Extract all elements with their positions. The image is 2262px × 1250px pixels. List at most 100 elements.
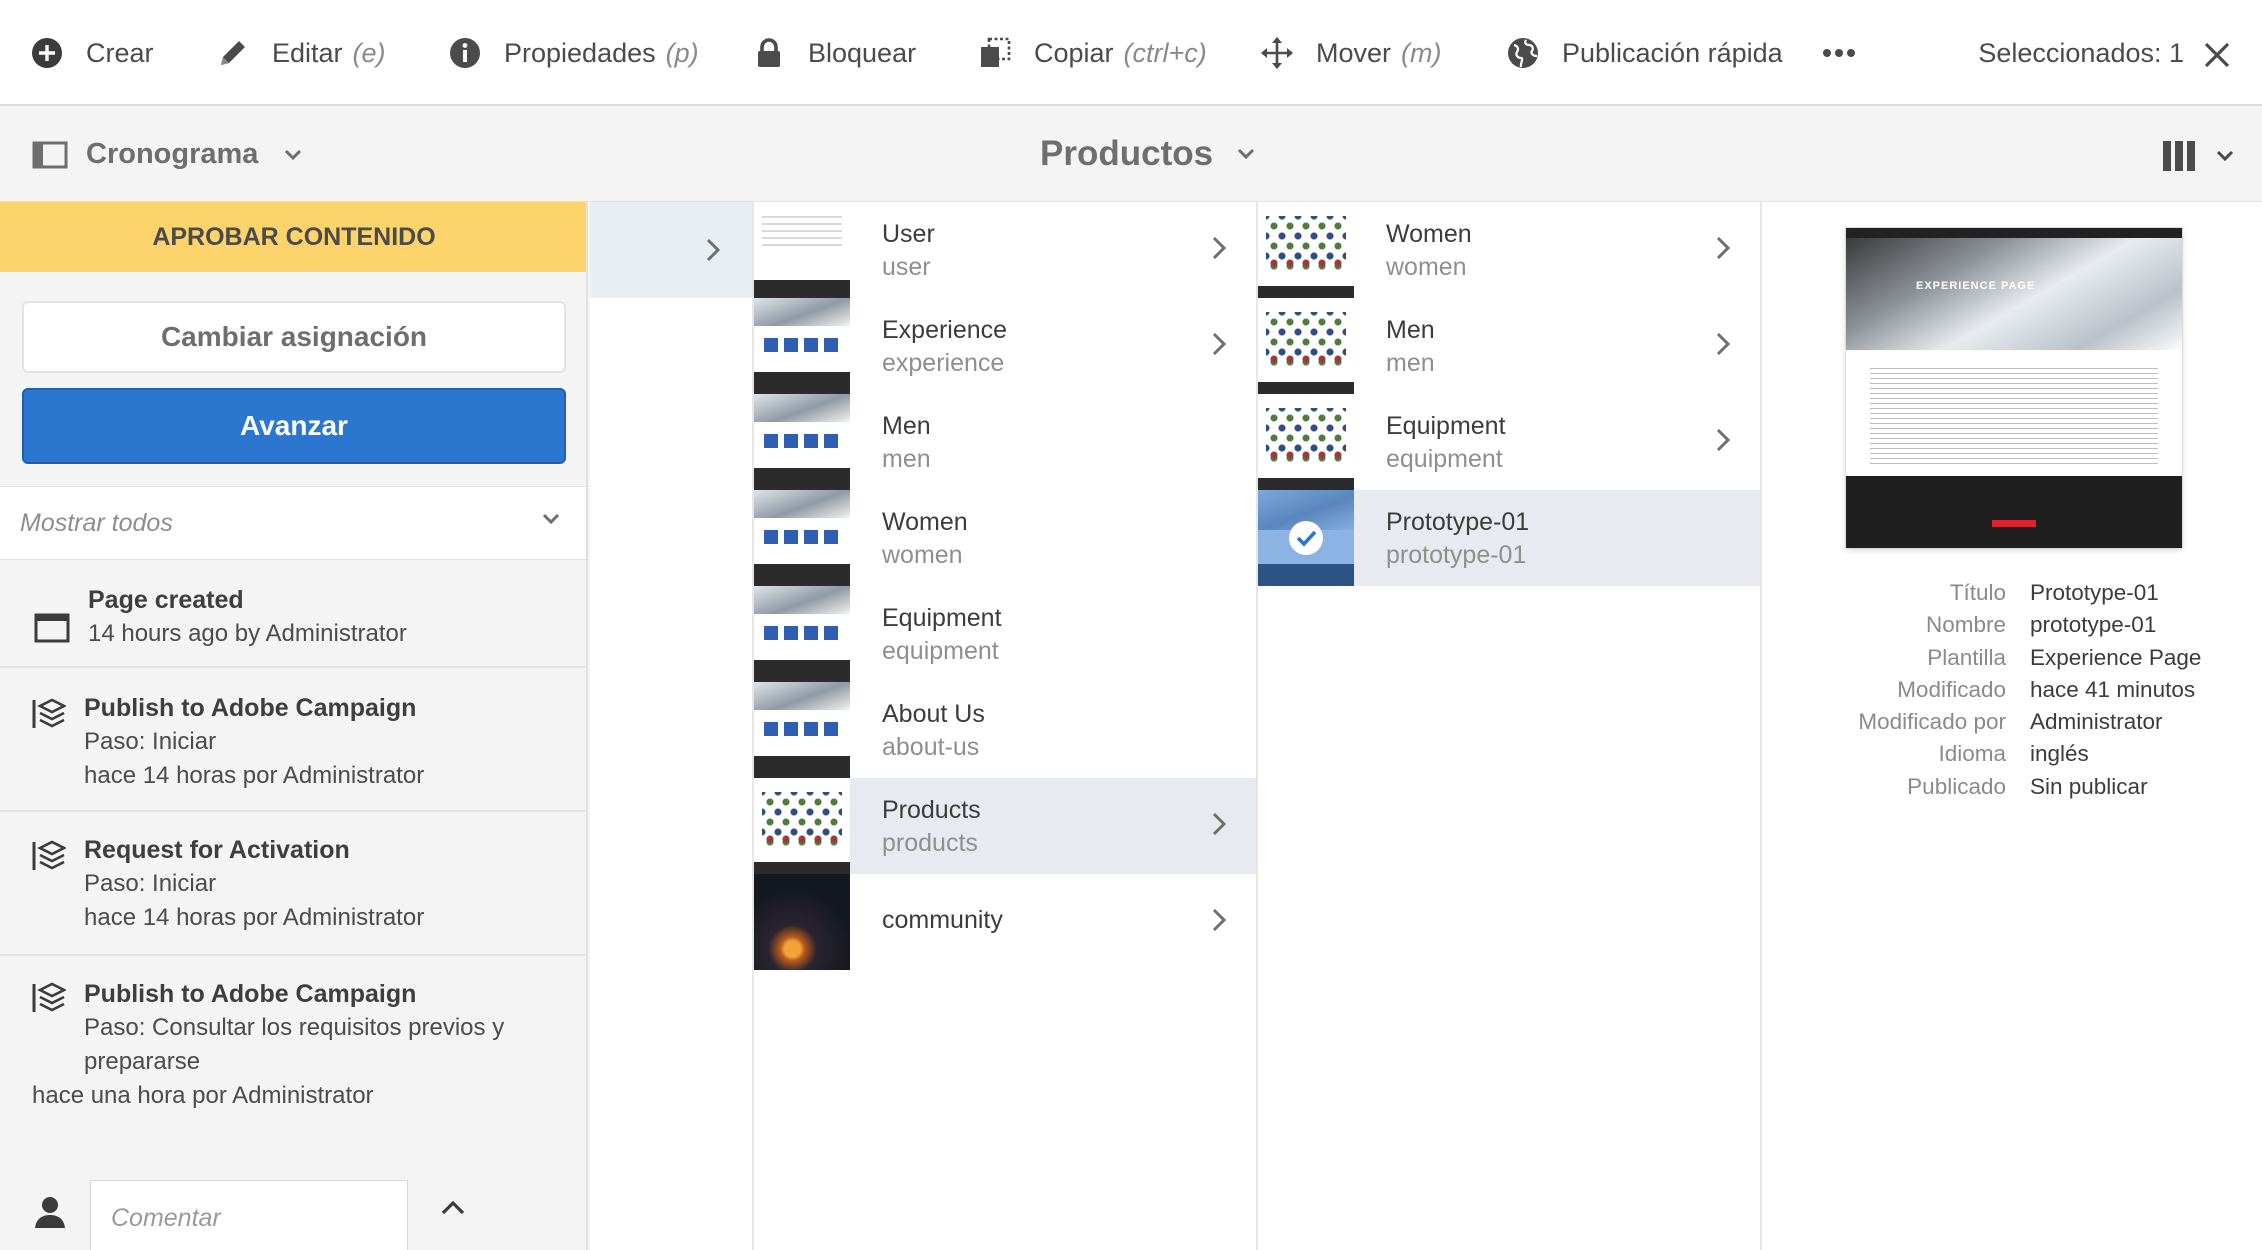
timeline-item-meta: hace 14 horas por Administrator [84,904,425,931]
row-name: products [882,829,978,857]
property-value: Experience Page [2030,644,2202,670]
column-row-selected[interactable]: Products products [754,778,1256,874]
pencil-icon [221,41,245,65]
page-thumbnail [754,682,850,778]
lock-button[interactable]: Bloquear [752,0,916,106]
page-thumbnail [754,394,850,490]
properties-list: Título Prototype-01 Nombre prototype-01 Pl… [1762,580,2262,806]
column-row[interactable]: Women women [1258,202,1760,298]
move-label: Mover [1316,37,1392,68]
row-title: User [882,220,935,248]
properties-label: Propiedades [504,37,656,68]
move-button[interactable]: Mover (m) [1260,0,1442,106]
timeline-item-title: Publish to Adobe Campaign [84,980,417,1008]
property-label: Publicado [1907,773,2006,799]
column-row[interactable]: About Us about-us [754,682,1256,778]
timeline-item[interactable]: Page created 14 hours ago by Administrat… [0,560,586,668]
timeline-item[interactable]: Publish to Adobe Campaign Paso: Consulta… [0,956,586,1150]
timeline-item-meta: hace 14 horas por Administrator [84,762,425,789]
create-button[interactable]: Crear [30,0,154,106]
column-row[interactable]: Equipment equipment [1258,394,1760,490]
column-row[interactable]: Equipment equipment [754,586,1256,682]
page-thumbnail [754,586,850,682]
comment-input[interactable] [90,1180,408,1250]
page-icon [34,613,70,643]
timeline-item-title: Request for Activation [84,836,350,864]
ancestor-selected-row[interactable] [590,202,752,298]
page-thumbnail [1258,202,1354,298]
advance-button[interactable]: Avanzar [22,388,566,464]
row-name: about-us [882,733,980,761]
action-bar: Crear Editar (e) Propiedades (p) Bloquea… [0,0,2262,106]
info-icon [450,38,480,68]
property-label: Idioma [1938,741,2006,767]
property-label: Título [1949,580,2006,605]
property-value: hace 41 minutos [2030,676,2196,702]
chevron-right-icon [1212,908,1226,932]
column-row[interactable]: Men men [1258,298,1760,394]
timeline-item[interactable]: Request for Activation Paso: Iniciar hac… [0,812,586,956]
timeline-item-meta: hace una hora por Administrator [32,1082,374,1109]
quick-publish-label: Publicación rápida [1562,37,1783,68]
row-title: Prototype-01 [1386,508,1530,536]
column-row[interactable]: Experience experience [754,298,1256,394]
header-bar: Cronograma Productos [0,106,2262,202]
chevron-down-icon [542,513,560,525]
preview-column: EXPERIENCE PAGE Título Prototype-01 Nombr… [1762,202,2262,1250]
row-name: men [1386,349,1435,377]
selection-count: Seleccionados: 1 [1978,37,2184,68]
page-thumbnail [1258,394,1354,490]
timeline-filter-select[interactable]: Mostrar todos [0,486,586,560]
column-row-selected[interactable]: Prototype-01 prototype-01 [1258,490,1760,586]
copy-shortcut: (ctrl+c) [1123,37,1207,68]
page-preview-thumbnail: EXPERIENCE PAGE [1846,228,2182,548]
chevron-right-icon [1716,332,1730,356]
workflow-icon [32,698,66,728]
globe-icon [1508,38,1538,68]
row-name: equipment [882,637,999,665]
properties-button[interactable]: Propiedades (p) [448,0,699,106]
edit-button[interactable]: Editar (e) [216,0,386,106]
chevron-right-icon [1212,332,1226,356]
column-products: Women women Men men Equipment equipment … [1258,202,1762,1250]
property-label: Plantilla [1927,644,2006,670]
row-title: Women [882,508,968,536]
reassign-button[interactable]: Cambiar asignación [22,301,566,373]
selection-check[interactable] [1258,490,1354,586]
row-title: Men [1386,316,1435,344]
quick-publish-button[interactable]: Publicación rápida [1506,0,1783,106]
chevron-right-icon [1212,236,1226,260]
row-title: Women [1386,220,1472,248]
page-thumbnail [754,298,850,394]
add-circle-icon [32,38,62,68]
column-row[interactable]: Women women [754,490,1256,586]
column-row[interactable]: Men men [754,394,1256,490]
row-name: equipment [1386,445,1503,473]
page-thumbnail [754,778,850,874]
chevron-up-icon[interactable] [440,1200,466,1216]
more-icon [1823,49,1855,57]
close-icon[interactable] [2202,40,2232,70]
rail-icon [32,141,68,168]
chevron-right-icon [1716,428,1730,452]
row-title: Equipment [882,604,1002,632]
workflow-icon [32,840,66,870]
column-products-site: User user Experience experience Men men … [754,202,1258,1250]
property-label: Modificado por [1858,709,2006,735]
property-row: Publicado Sin publicar [1762,774,2262,806]
row-name: experience [882,349,1005,377]
property-value: inglés [2030,741,2089,767]
column-row[interactable]: User user [754,202,1256,298]
more-actions-button[interactable] [1822,0,1856,106]
rail-toggle[interactable]: Cronograma [32,138,320,171]
row-name: women [882,541,963,569]
workflow-icon [32,982,66,1012]
copy-label: Copiar [1034,37,1114,68]
view-switcher[interactable] [2162,140,2234,172]
column-row[interactable]: community [754,874,1256,970]
copy-button[interactable]: Copiar (ctrl+c) [978,0,1207,106]
edit-shortcut: (e) [352,37,386,68]
timeline-item[interactable]: Publish to Adobe Campaign Paso: Iniciar … [0,668,586,812]
page-title[interactable]: Productos [1040,134,1255,174]
chevron-right-icon [706,238,720,262]
